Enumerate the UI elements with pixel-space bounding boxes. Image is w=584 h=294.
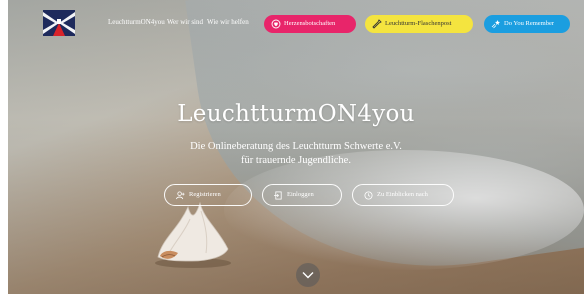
do-you-remember-label: Do You Remember — [504, 20, 555, 27]
register-button[interactable]: Registrieren — [164, 184, 252, 206]
heart-circle-icon — [271, 15, 281, 33]
clock-icon — [363, 185, 373, 205]
scroll-down-button[interactable] — [296, 263, 320, 287]
hero-section: LeuchtturmON4you Wer wir sind Wie wir he… — [8, 0, 584, 294]
insights-button[interactable]: Zu Einblicken nach — [352, 184, 454, 206]
nav-link-about[interactable]: Wer wir sind — [167, 18, 203, 26]
login-button[interactable]: Einloggen — [262, 184, 342, 206]
insights-label: Zu Einblicken nach — [377, 191, 428, 198]
shooting-star-icon — [491, 15, 501, 33]
person-plus-icon — [175, 185, 185, 205]
subtitle-line-2: für trauernde Jugendliche. — [241, 155, 351, 166]
do-you-remember-button[interactable]: Do You Remember — [484, 15, 570, 33]
register-label: Registrieren — [189, 191, 221, 198]
subtitle-line-1: Die Onlineberatung des Leuchtturm Schwer… — [190, 141, 402, 152]
seashell-image — [155, 201, 231, 268]
login-icon — [273, 185, 283, 205]
herzensbotschaften-label: Herzensbotschaften — [284, 20, 336, 27]
bottle-icon — [372, 15, 382, 33]
page-title: LeuchtturmON4you — [177, 101, 415, 127]
chevron-down-icon — [302, 272, 314, 279]
nav-link-help[interactable]: Wie wir helfen — [207, 18, 249, 26]
flaschenpost-label: Leuchtturm-Flaschenpost — [385, 20, 452, 27]
flaschenpost-button[interactable]: Leuchtturm-Flaschenpost — [365, 15, 473, 33]
nav-link-home[interactable]: LeuchtturmON4you — [108, 18, 165, 26]
herzensbotschaften-button[interactable]: Herzensbotschaften — [264, 15, 356, 33]
lighthouse-logo[interactable] — [43, 10, 75, 36]
login-label: Einloggen — [287, 191, 314, 198]
